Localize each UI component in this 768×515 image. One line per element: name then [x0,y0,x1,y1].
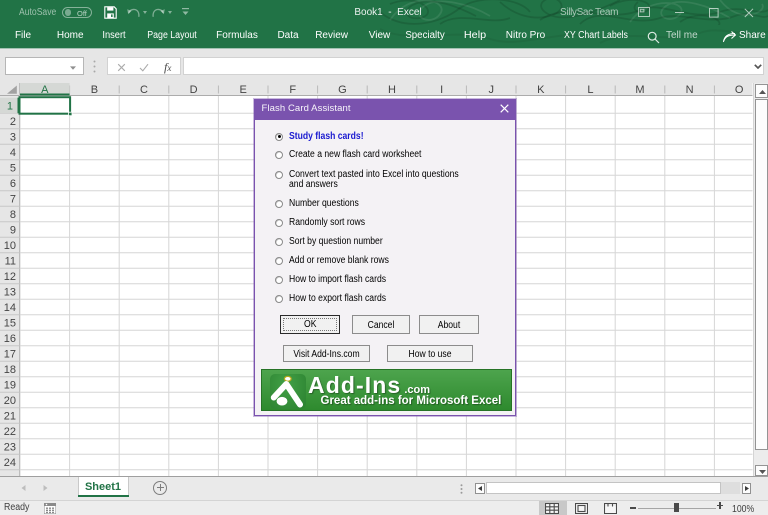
svg-text:I: I [440,84,443,96]
svg-text:10: 10 [4,240,16,252]
svg-text:18: 18 [4,364,16,376]
svg-text:D: D [190,84,198,96]
svg-text:8: 8 [10,209,16,221]
svg-text:2: 2 [10,116,16,128]
svg-text:J: J [488,84,494,96]
svg-text:5: 5 [10,163,16,175]
svg-text:22: 22 [4,426,16,438]
svg-text:A: A [41,84,49,96]
svg-text:M: M [635,84,644,96]
svg-text:B: B [91,84,98,96]
svg-text:4: 4 [10,147,16,159]
svg-text:17: 17 [4,349,16,361]
svg-text:13: 13 [4,287,16,299]
svg-text:E: E [240,84,247,96]
svg-text:N: N [686,84,694,96]
svg-text:9: 9 [10,225,16,237]
svg-text:K: K [537,84,545,96]
svg-text:19: 19 [4,380,16,392]
svg-text:21: 21 [4,411,16,423]
svg-text:14: 14 [4,302,16,314]
svg-text:23: 23 [4,442,16,454]
svg-text:16: 16 [4,333,16,345]
svg-text:L: L [587,84,593,96]
svg-text:H: H [388,84,396,96]
svg-text:F: F [289,84,296,96]
svg-text:7: 7 [10,194,16,206]
svg-text:3: 3 [10,132,16,144]
svg-text:G: G [338,84,347,96]
svg-text:C: C [140,84,148,96]
svg-text:12: 12 [4,271,16,283]
svg-text:11: 11 [5,256,16,268]
svg-text:1: 1 [7,101,13,113]
svg-text:6: 6 [10,178,16,190]
svg-text:O: O [735,84,744,96]
svg-text:20: 20 [4,395,16,407]
svg-text:24: 24 [4,457,16,469]
svg-text:15: 15 [4,318,16,330]
